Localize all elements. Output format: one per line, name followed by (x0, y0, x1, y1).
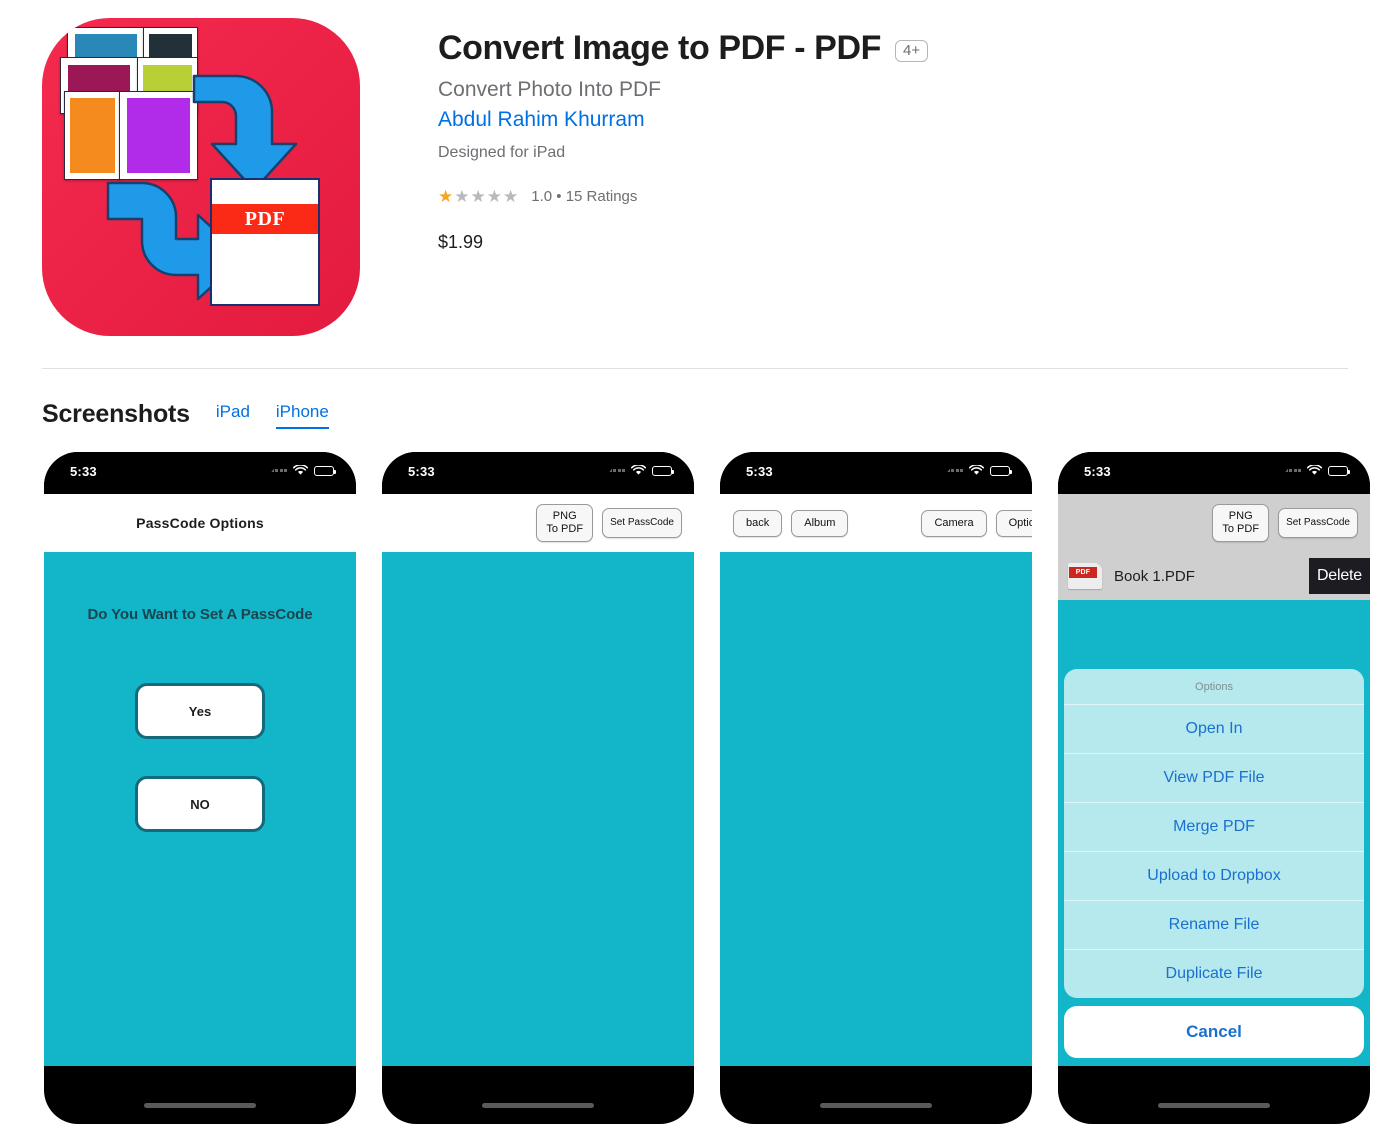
app-header: PDF Convert Image to PDF - PDF 4+ Conver… (42, 18, 929, 336)
pdf-document-icon: PDF (210, 178, 320, 306)
app-icon: PDF (42, 18, 360, 336)
wifi-icon (293, 465, 308, 475)
album-button[interactable]: Album (791, 509, 849, 537)
app-metadata: Convert Image to PDF - PDF 4+ Convert Ph… (438, 18, 929, 253)
action-duplicate-file[interactable]: Duplicate File (1064, 950, 1364, 998)
home-indicator (144, 1103, 256, 1108)
pdf-file-icon: PDF (1068, 563, 1102, 589)
app-title: Convert Image to PDF - PDF (438, 29, 881, 67)
screenshot-passcode-options[interactable]: 5:33 PassCode Options Do You Want to Set… (44, 452, 356, 1124)
png-to-pdf-button[interactable]: PNG To PDF (536, 504, 594, 542)
pdf-document-label: PDF (244, 207, 286, 230)
screenshot-camera-album-picker[interactable]: 5:33 back Album Camera Optio (720, 452, 1032, 1124)
status-time: 5:33 (746, 464, 773, 479)
home-indicator (482, 1103, 594, 1108)
pdf-file-icon-label: PDF (1069, 567, 1097, 578)
screenshots-gallery: 5:33 PassCode Options Do You Want to Set… (44, 452, 1370, 1124)
notch (124, 452, 276, 478)
app-store-product-page: PDF Convert Image to PDF - PDF 4+ Conver… (0, 0, 1391, 1124)
app-developer-link[interactable]: Abdul Rahim Khurram (438, 108, 928, 132)
passcode-prompt: Do You Want to Set A PassCode (87, 606, 313, 623)
action-upload-to-dropbox[interactable]: Upload to Dropbox (1064, 852, 1364, 901)
battery-icon (652, 465, 674, 476)
file-list: PDF Book 1.PDF Delete (1058, 552, 1370, 600)
set-passcode-button[interactable]: Set PassCode (1278, 508, 1358, 538)
action-open-in[interactable]: Open In (1064, 705, 1364, 754)
screen-content: PNG To PDF Set PassCode PDF Book 1.PDF D… (1058, 494, 1370, 1066)
tool-bar: back Album Camera Option (720, 494, 1032, 552)
app-subtitle: Convert Photo Into PDF (438, 78, 661, 102)
file-row-book1[interactable]: PDF Book 1.PDF Delete (1058, 552, 1370, 600)
tool-bar: PNG To PDF Set PassCode (382, 494, 694, 552)
screen-content: back Album Camera Option (720, 494, 1032, 1066)
notch (1138, 452, 1290, 478)
home-indicator (1158, 1103, 1270, 1108)
action-merge-pdf[interactable]: Merge PDF (1064, 803, 1364, 852)
notch (462, 452, 614, 478)
action-sheet-title: Options (1064, 669, 1364, 705)
battery-icon (314, 465, 336, 476)
screen-content: PNG To PDF Set PassCode (382, 494, 694, 1066)
app-price[interactable]: $1.99 (438, 232, 928, 253)
yes-button[interactable]: Yes (135, 683, 265, 739)
rating-count-text: 1.0 • 15 Ratings (531, 188, 638, 206)
tool-bar: PNG To PDF Set PassCode (1058, 494, 1370, 552)
screenshots-header: Screenshots iPad iPhone (42, 400, 329, 429)
wifi-icon (631, 465, 646, 475)
status-time: 5:33 (408, 464, 435, 479)
set-passcode-button[interactable]: Set PassCode (602, 508, 682, 538)
home-indicator (820, 1103, 932, 1108)
status-time: 5:33 (1084, 464, 1111, 479)
action-cancel-button[interactable]: Cancel (1064, 1006, 1364, 1058)
screen-content: PassCode Options Do You Want to Set A Pa… (44, 494, 356, 1066)
wifi-icon (969, 465, 984, 475)
no-button[interactable]: NO (135, 776, 265, 832)
action-rename-file[interactable]: Rename File (1064, 901, 1364, 950)
screenshots-title: Screenshots (42, 400, 190, 428)
status-time: 5:33 (70, 464, 97, 479)
age-rating-badge: 4+ (894, 39, 929, 62)
action-sheet-group: Options Open In View PDF File Merge PDF … (1064, 669, 1364, 998)
tab-iphone[interactable]: iPhone (275, 402, 329, 429)
delete-button[interactable]: Delete (1308, 558, 1370, 594)
section-divider (42, 368, 1348, 369)
camera-button[interactable]: Camera (921, 509, 987, 537)
action-view-pdf-file[interactable]: View PDF File (1064, 754, 1364, 803)
screenshot-png-to-pdf-home[interactable]: 5:33 PNG To PDF Set PassCode (382, 452, 694, 1124)
battery-icon (1328, 465, 1350, 476)
png-to-pdf-button[interactable]: PNG To PDF (1212, 504, 1270, 542)
app-designed-for: Designed for iPad (438, 144, 566, 162)
nav-bar: PassCode Options (44, 494, 356, 552)
tab-ipad[interactable]: iPad (216, 402, 250, 429)
screenshot-file-options-sheet[interactable]: 5:33 PNG To PDF Set PassCode PDF Book 1.… (1058, 452, 1370, 1124)
notch (800, 452, 952, 478)
rating-row: ★ ★ ★ ★ ★ 1.0 • 15 Ratings (438, 188, 928, 205)
action-sheet: Options Open In View PDF File Merge PDF … (1058, 669, 1370, 1066)
nav-title: PassCode Options (136, 515, 264, 531)
back-button[interactable]: back (733, 509, 783, 537)
star-rating-icon: ★ ★ ★ ★ ★ (438, 187, 519, 207)
battery-icon (990, 465, 1012, 476)
wifi-icon (1307, 465, 1322, 475)
file-name: Book 1.PDF (1114, 567, 1195, 585)
option-button[interactable]: Option (995, 509, 1032, 537)
